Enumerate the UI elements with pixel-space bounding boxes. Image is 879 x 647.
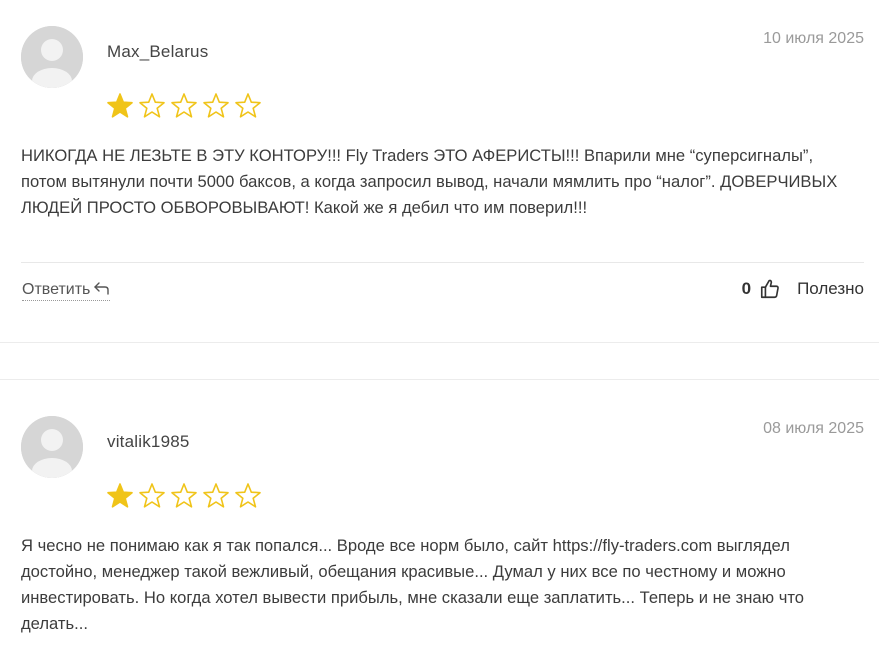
star-outline-icon [170, 92, 198, 120]
review-username: vitalik1985 [107, 432, 190, 451]
reply-button[interactable]: Ответить [22, 281, 111, 301]
review-date: 08 июля 2025 [763, 420, 864, 437]
star-filled-icon [106, 482, 134, 510]
section-divider [0, 342, 879, 343]
user-silhouette-icon [21, 26, 83, 88]
review-text: Я чесно не понимаю как я так попался... … [21, 536, 804, 633]
review-text: НИКОГДА НЕ ЛЕЗЬТЕ В ЭТУ КОНТОРУ!!! Fly T… [21, 146, 838, 217]
helpful-label[interactable]: Полезно [797, 279, 864, 299]
review-username: Max_Belarus [107, 42, 209, 61]
star-outline-icon [234, 482, 262, 510]
star-outline-icon [138, 482, 166, 510]
rating-stars [106, 92, 262, 120]
star-filled-icon [106, 92, 134, 120]
user-silhouette-icon [21, 416, 83, 478]
star-outline-icon [202, 482, 230, 510]
helpful-group: 0 Полезно [742, 278, 864, 300]
reply-label: Ответить [22, 281, 91, 298]
rating-stars [106, 482, 262, 510]
star-outline-icon [138, 92, 166, 120]
thumbs-up-icon[interactable] [759, 278, 781, 300]
section-divider [0, 379, 879, 380]
reply-arrow-icon [94, 281, 110, 299]
avatar [21, 416, 83, 478]
star-outline-icon [202, 92, 230, 120]
like-count: 0 [741, 279, 752, 298]
review-date: 10 июля 2025 [763, 30, 864, 47]
review-divider [21, 262, 864, 263]
star-outline-icon [234, 92, 262, 120]
avatar [21, 26, 83, 88]
star-outline-icon [170, 482, 198, 510]
